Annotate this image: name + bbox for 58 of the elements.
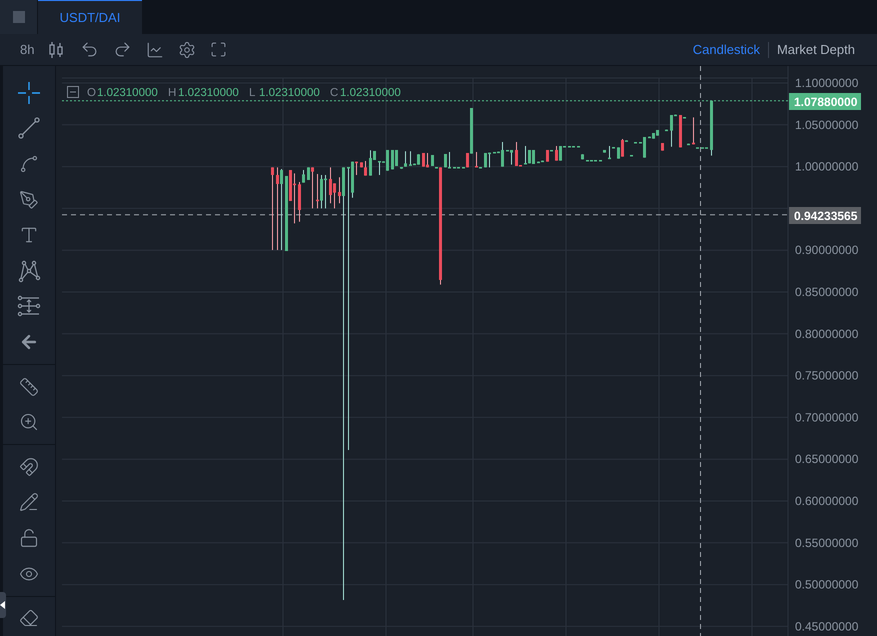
panel-handle[interactable]	[0, 592, 6, 618]
view-tab[interactable]: Candlestick	[692, 40, 760, 60]
lock-open-icon	[19, 528, 39, 548]
legend-value: 1.02310000	[340, 87, 401, 99]
last-price-badge: 1.07880000	[789, 93, 861, 110]
legend-value: 1.02310000	[178, 87, 239, 99]
magnet-icon	[19, 456, 39, 477]
price-tick-label: 0.60000000	[795, 494, 858, 508]
candle	[687, 143, 690, 146]
symbol-tab[interactable]: USDT/DAI	[38, 0, 142, 34]
legend-value: 1.02310000	[97, 87, 158, 99]
candle	[634, 142, 637, 144]
candle	[630, 154, 633, 156]
candle	[603, 149, 606, 154]
settings-icon[interactable]	[178, 40, 196, 58]
redo-icon[interactable]	[113, 40, 132, 59]
legend-label: O	[87, 87, 96, 99]
price-tick-label: 0.65000000	[795, 452, 858, 466]
legend-label: C	[330, 87, 338, 99]
legend-label: L	[249, 87, 256, 99]
fullscreen-icon[interactable]	[210, 41, 228, 58]
line-icon	[17, 116, 41, 140]
undo-icon[interactable]	[80, 40, 100, 59]
legend-value: 1.02310000	[259, 87, 320, 99]
levels-icon	[17, 294, 41, 318]
caret-icon	[0, 601, 5, 609]
candle	[661, 142, 664, 152]
interval-button[interactable]: 8h	[20, 40, 34, 60]
candle	[710, 100, 713, 156]
price-tick-label: 0.70000000	[795, 410, 858, 424]
candle	[696, 146, 699, 149]
price-tick-label: 1.00000000	[795, 160, 858, 174]
price-tick-label: 1.05000000	[795, 118, 858, 132]
price-tick-label: 0.50000000	[795, 578, 858, 592]
price-tick-label: 0.75000000	[795, 368, 858, 383]
candle	[665, 129, 668, 132]
price-tick-label: 0.85000000	[795, 285, 858, 299]
price-tick-label: 0.55000000	[795, 536, 858, 550]
candles-icon[interactable]	[48, 40, 64, 58]
price-tick-label: 1.10000000	[795, 76, 858, 90]
pencil-icon	[19, 492, 39, 512]
view-tab[interactable]: Market Depth	[776, 40, 855, 60]
square-icon	[12, 11, 24, 23]
ruler-icon	[19, 376, 39, 397]
eraser-icon	[19, 608, 39, 628]
price-tick-label: 0.80000000	[795, 326, 858, 341]
candle	[692, 116, 695, 145]
price-tick-label: 0.90000000	[795, 243, 858, 258]
legend-label: H	[168, 87, 176, 99]
crosshair-price-badge: 0.94233565	[789, 207, 861, 224]
candle	[577, 146, 580, 148]
pattern-icon	[17, 258, 41, 283]
collapse-icon[interactable]	[67, 86, 79, 98]
zoom-in-icon	[19, 412, 39, 432]
price-tick-label: 0.45000000	[795, 619, 858, 634]
crosshair-icon	[17, 80, 41, 105]
candle	[581, 154, 584, 160]
chart-line-icon[interactable]	[146, 40, 164, 58]
